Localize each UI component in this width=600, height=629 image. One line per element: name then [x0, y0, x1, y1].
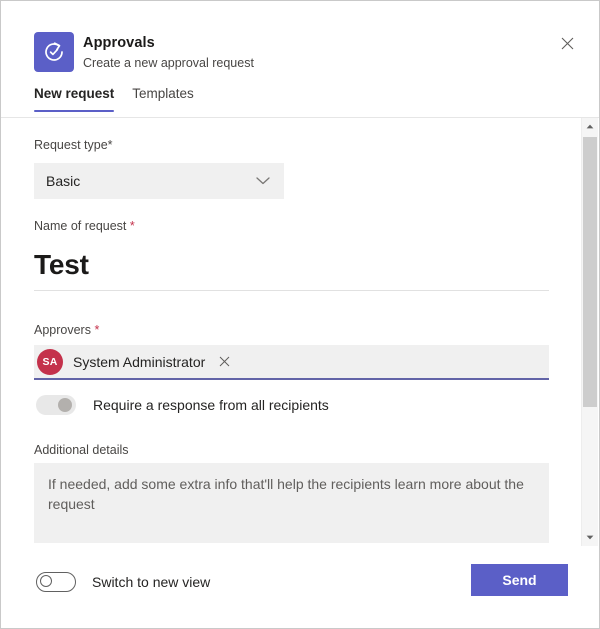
- additional-details-placeholder: If needed, add some extra info that'll h…: [48, 476, 524, 513]
- name-of-request-label: Name of request *: [34, 219, 135, 233]
- send-button[interactable]: Send: [471, 564, 568, 596]
- name-of-request-input[interactable]: Test: [34, 240, 549, 291]
- switch-to-new-view-label: Switch to new view: [92, 574, 211, 590]
- additional-details-textarea[interactable]: If needed, add some extra info that'll h…: [34, 463, 549, 543]
- avatar: SA: [37, 348, 63, 375]
- request-type-value: Basic: [46, 173, 81, 189]
- name-of-request-required-marker: *: [129, 219, 135, 233]
- close-button[interactable]: [554, 30, 580, 56]
- approver-chip[interactable]: SA System Administrator: [37, 347, 236, 376]
- name-of-request-value: Test: [34, 249, 89, 280]
- remove-approver-button[interactable]: [216, 354, 232, 370]
- scroll-down-icon: [586, 535, 594, 540]
- approvers-required-marker: *: [94, 323, 100, 337]
- app-title: Approvals: [83, 35, 155, 51]
- require-response-label: Require a response from all recipients: [93, 397, 329, 413]
- switch-to-new-view-toggle[interactable]: [36, 572, 76, 592]
- request-type-label: Request type*: [34, 138, 113, 152]
- app-subtitle: Create a new approval request: [83, 56, 254, 70]
- name-of-request-label-text: Name of request: [34, 219, 127, 233]
- scroll-down-button[interactable]: [582, 529, 598, 546]
- vertical-scrollbar[interactable]: [581, 118, 598, 546]
- approver-name: System Administrator: [73, 353, 206, 370]
- toggle-knob: [58, 398, 72, 412]
- additional-details-label: Additional details: [34, 443, 129, 457]
- request-type-label-text: Request type: [34, 138, 108, 152]
- switch-view-row: Switch to new view: [36, 572, 210, 592]
- approvers-label: Approvers *: [34, 323, 99, 337]
- approvers-input[interactable]: SA System Administrator: [34, 345, 549, 380]
- close-icon: [219, 356, 230, 367]
- scrollbar-thumb[interactable]: [583, 137, 597, 407]
- approvers-label-text: Approvers: [34, 323, 91, 337]
- form-scroll-area: Request type* Basic Name of request * Te…: [1, 118, 582, 546]
- toggle-knob: [40, 575, 52, 587]
- chevron-down-icon: [256, 177, 270, 186]
- approvals-dialog: Approvals Create a new approval request …: [0, 0, 600, 629]
- close-icon: [561, 37, 573, 49]
- approvals-app-icon: [34, 32, 74, 72]
- request-type-select[interactable]: Basic: [34, 163, 284, 199]
- scroll-up-button[interactable]: [582, 118, 598, 135]
- tab-templates-label: Templates: [132, 86, 194, 101]
- tab-new-request-label: New request: [34, 86, 115, 101]
- dialog-header: Approvals Create a new approval request …: [1, 1, 599, 112]
- tab-bar: New request Templates: [34, 86, 194, 112]
- tab-new-request[interactable]: New request: [34, 86, 115, 112]
- require-response-toggle[interactable]: [36, 395, 76, 415]
- dialog-footer: Switch to new view Send: [1, 546, 599, 628]
- tab-templates[interactable]: Templates: [132, 86, 194, 112]
- request-type-required-marker: *: [107, 138, 113, 152]
- require-response-row: Require a response from all recipients: [36, 395, 329, 415]
- scroll-up-icon: [586, 124, 594, 129]
